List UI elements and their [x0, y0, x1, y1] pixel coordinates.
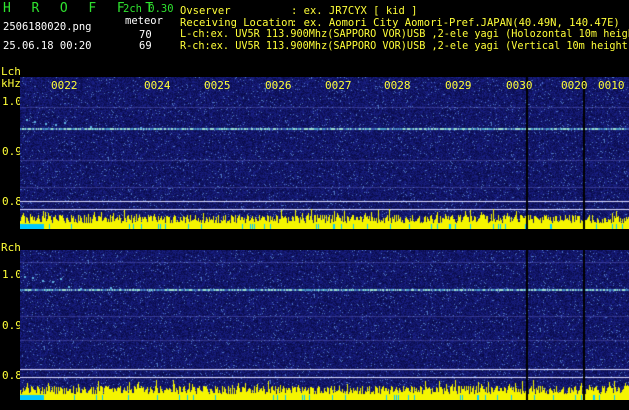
datetime-label: 25.06.18 00:20 — [3, 40, 92, 52]
location-label: Receiving Location — [180, 17, 294, 29]
lch-freq-tick: 0.8 — [2, 195, 22, 208]
lch-count: 70 — [139, 29, 152, 41]
rch-label: Rch — [1, 241, 21, 254]
time-tick-label: 0028 — [384, 79, 411, 92]
location-value: : ex. Aomori City Aomori-Pref.JAPAN(40.4… — [291, 17, 620, 29]
observer-value: : ex. JR7CYX [ kid ] — [291, 5, 418, 17]
time-tick-label: 0024 — [144, 79, 171, 92]
time-tick-label: 0027 — [325, 79, 352, 92]
lch-spectrogram — [20, 77, 629, 229]
rch-info: R-ch:ex. UV5R 113.900Mhz(SAPPORO VOR)USB… — [180, 41, 629, 52]
mode-label: 2ch 0.30 — [123, 3, 174, 15]
rch-freq-tick: 0.9 — [2, 319, 22, 332]
time-tick-label: 0025 — [204, 79, 231, 92]
time-tick-label: 0026 — [265, 79, 292, 92]
time-tick-label: 0030 — [506, 79, 533, 92]
rch-count: 69 — [139, 40, 152, 52]
category-label: meteor — [125, 15, 163, 27]
rch-freq-tick: 1.0 — [2, 268, 22, 281]
observer-label: Ovserver — [180, 5, 231, 17]
lch-info: L-ch:ex. UV5R 113.900Mhz(SAPPORO VOR)USB… — [180, 29, 629, 40]
lch-unit: kHz — [1, 77, 21, 90]
rch-freq-tick: 0.8 — [2, 369, 22, 382]
filename-label: 2506180020.png — [3, 21, 92, 33]
lch-freq-tick: 1.0 — [2, 95, 22, 108]
time-tick-label: 0022 — [51, 79, 78, 92]
lch-label: Lch — [1, 65, 21, 78]
rch-spectrogram — [20, 250, 629, 400]
lch-freq-tick: 0.9 — [2, 145, 22, 158]
time-tick-label: 0020 — [561, 79, 588, 92]
time-tick-label: 0029 — [445, 79, 472, 92]
time-tick-label: 0010 — [598, 79, 625, 92]
